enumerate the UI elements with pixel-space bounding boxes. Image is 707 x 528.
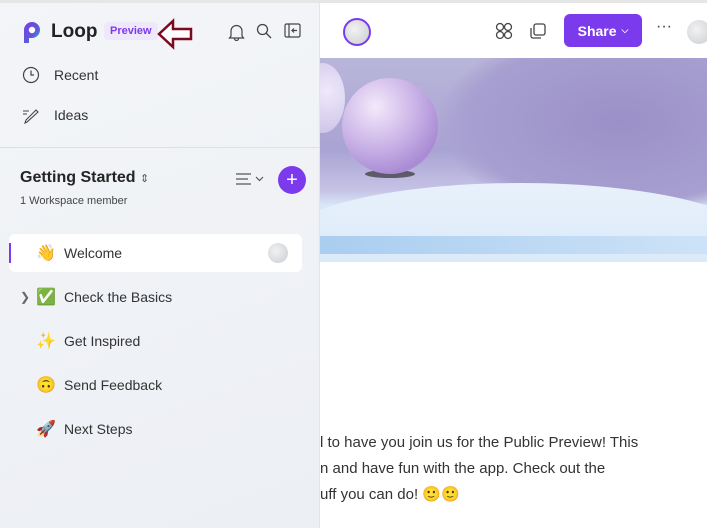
more-options-button[interactable]: ··· bbox=[656, 18, 672, 36]
page-avatar[interactable] bbox=[343, 18, 371, 46]
workspace-name: Getting Started bbox=[20, 169, 136, 186]
page-label: Check the Basics bbox=[64, 289, 173, 305]
rocket-icon: 🚀 bbox=[36, 421, 56, 438]
components-icon[interactable] bbox=[494, 21, 514, 41]
wave-icon: 👋 bbox=[36, 245, 56, 262]
text-line: l to have you join us for the Public Pre… bbox=[320, 434, 639, 451]
nav-label: Recent bbox=[54, 67, 99, 83]
page-label: Send Feedback bbox=[64, 377, 163, 393]
annotation-arrow-icon bbox=[157, 18, 193, 50]
page-item-check-the-basics[interactable]: ❯ ✅ Check the Basics bbox=[9, 278, 302, 316]
user-avatar[interactable] bbox=[687, 20, 707, 44]
chevron-right-icon[interactable]: ❯ bbox=[20, 290, 30, 304]
workspace-title[interactable]: Getting Started ⇕ bbox=[20, 169, 149, 187]
welcome-text: l to have you join us for the Public Pre… bbox=[320, 430, 638, 508]
preview-badge: Preview bbox=[104, 22, 158, 40]
page-item-send-feedback[interactable]: 🙃 Send Feedback bbox=[9, 366, 302, 404]
check-box-icon: ✅ bbox=[36, 289, 56, 306]
nav-ideas[interactable]: Ideas bbox=[22, 106, 88, 124]
sort-menu-icon[interactable] bbox=[235, 172, 265, 186]
text-line: uff you can do! 🙂🙂 bbox=[320, 486, 460, 503]
page-label: Get Inspired bbox=[64, 333, 141, 349]
page-label: Welcome bbox=[64, 245, 123, 261]
app-name: Loop bbox=[51, 21, 98, 42]
workspace-members: 1 Workspace member bbox=[20, 195, 128, 207]
page-item-next-steps[interactable]: 🚀 Next Steps bbox=[9, 410, 302, 448]
nav-label: Ideas bbox=[54, 107, 89, 123]
page-item-get-inspired[interactable]: ✨ Get Inspired bbox=[9, 322, 302, 360]
chevron-up-down-icon: ⇕ bbox=[140, 173, 150, 185]
divider bbox=[0, 147, 320, 148]
page-item-welcome[interactable]: 👋 Welcome bbox=[9, 234, 302, 272]
page-toolbar: Share ⌵ ··· bbox=[320, 3, 707, 58]
main-content: Share ⌵ ··· l to have you join us for the… bbox=[320, 3, 707, 528]
add-page-button[interactable]: + bbox=[278, 166, 306, 194]
text-line: n and have fun with the app. Check out t… bbox=[320, 460, 606, 477]
share-button[interactable]: Share ⌵ bbox=[564, 14, 642, 47]
sidebar: Loop Preview Recent Ideas Getting Starte… bbox=[0, 3, 320, 528]
collaborator-avatar bbox=[268, 243, 288, 263]
page-label: Next Steps bbox=[64, 421, 133, 437]
sparkles-icon: ✨ bbox=[36, 333, 56, 350]
search-icon[interactable] bbox=[256, 23, 272, 39]
upside-down-face-icon: 🙃 bbox=[36, 377, 56, 394]
cover-image bbox=[320, 58, 707, 262]
chevron-down-icon: ⌵ bbox=[621, 25, 629, 35]
bell-icon[interactable] bbox=[228, 23, 245, 41]
collapse-sidebar-icon[interactable] bbox=[284, 23, 301, 38]
nav-recent[interactable]: Recent bbox=[22, 66, 98, 84]
clock-icon bbox=[22, 66, 40, 84]
loop-logo bbox=[24, 22, 40, 43]
copy-icon[interactable] bbox=[528, 21, 548, 41]
pen-icon bbox=[23, 109, 39, 124]
plus-icon: + bbox=[286, 168, 298, 191]
share-label: Share bbox=[577, 22, 617, 39]
